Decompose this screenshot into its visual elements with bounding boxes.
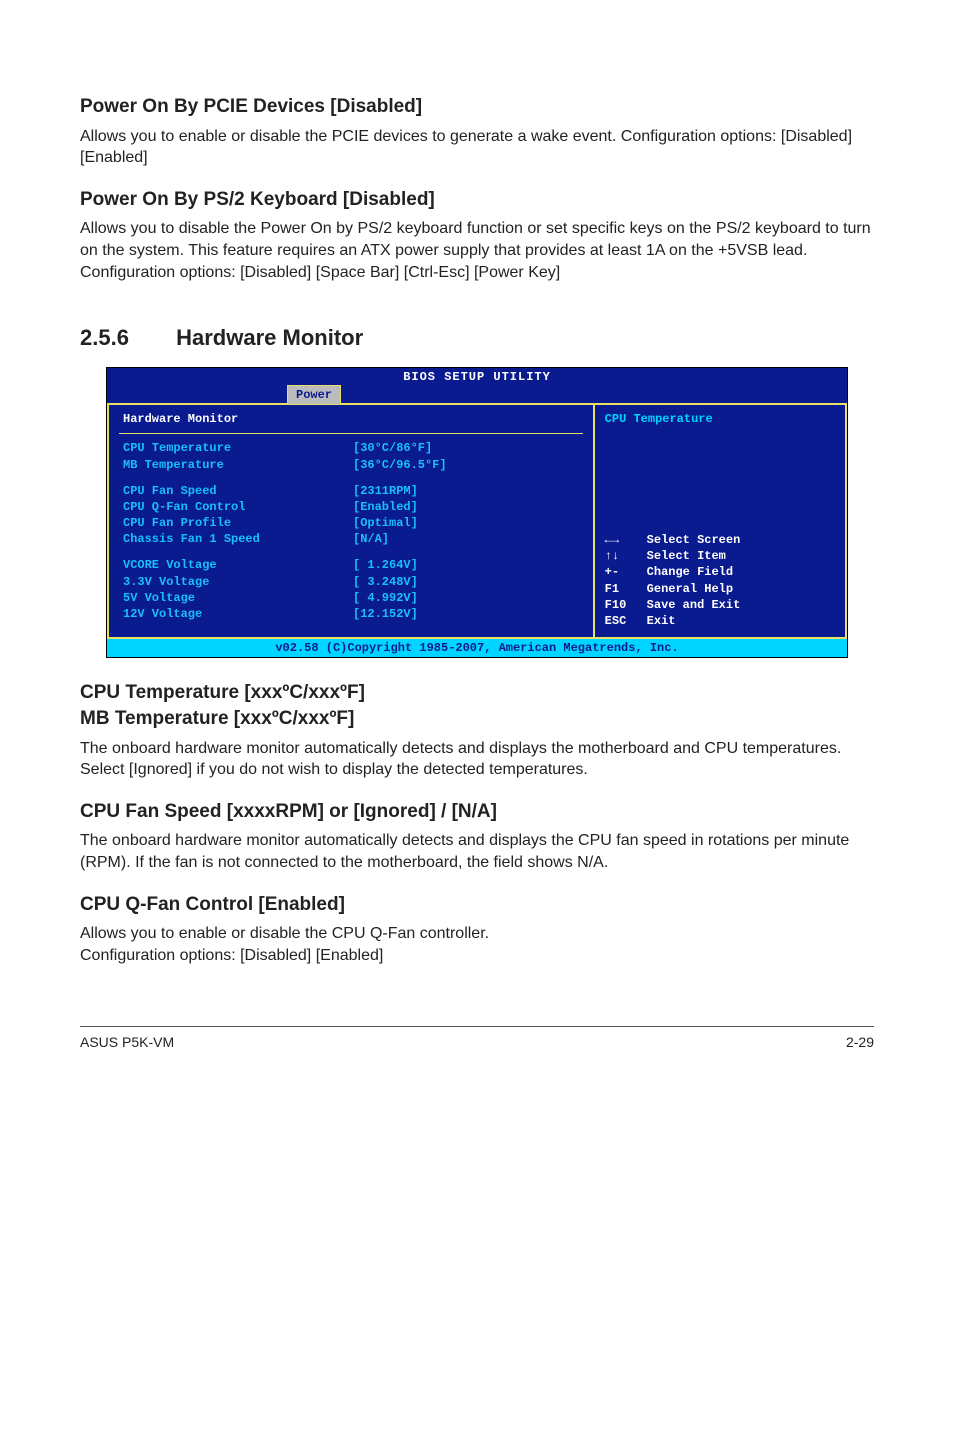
bios-row-value: [2311RPM] bbox=[353, 483, 418, 499]
bios-row[interactable]: 12V Voltage[12.152V] bbox=[109, 606, 593, 622]
bios-left-header: Hardware Monitor bbox=[109, 409, 593, 431]
bios-row-value: [12.152V] bbox=[353, 606, 418, 622]
heading-ps2: Power On By PS/2 Keyboard [Disabled] bbox=[80, 187, 874, 213]
text-ps2: Allows you to disable the Power On by PS… bbox=[80, 218, 874, 283]
bios-row[interactable]: VCORE Voltage[ 1.264V] bbox=[109, 557, 593, 573]
bios-row-label: 5V Voltage bbox=[123, 590, 353, 606]
bios-nav-desc: Exit bbox=[647, 613, 676, 629]
bios-row-value: [N/A] bbox=[353, 531, 389, 547]
text-fan: The onboard hardware monitor automatical… bbox=[80, 830, 874, 873]
bios-row-value: [Optimal] bbox=[353, 515, 418, 531]
bios-row-label: VCORE Voltage bbox=[123, 557, 353, 573]
bios-row-value: [36°C/96.5°F] bbox=[353, 457, 447, 473]
bios-help-text: CPU Temperature bbox=[605, 411, 835, 427]
bios-row-label: 12V Voltage bbox=[123, 606, 353, 622]
bios-nav-desc: Change Field bbox=[647, 564, 733, 580]
bios-tab-power[interactable]: Power bbox=[287, 385, 341, 405]
bios-nav-desc: Select Item bbox=[647, 548, 726, 564]
bios-row-label: CPU Fan Speed bbox=[123, 483, 353, 499]
bios-nav-row: F10Save and Exit bbox=[605, 597, 741, 613]
bios-nav-row: ↑↓Select Item bbox=[605, 548, 741, 564]
bios-row[interactable]: 5V Voltage[ 4.992V] bbox=[109, 590, 593, 606]
bios-nav-key: F10 bbox=[605, 597, 647, 613]
bios-row-label: CPU Temperature bbox=[123, 440, 353, 456]
text-temp: The onboard hardware monitor automatical… bbox=[80, 738, 874, 781]
bios-nav-key: ←→ bbox=[605, 532, 647, 548]
bios-row-value: [ 1.264V] bbox=[353, 557, 418, 573]
bios-nav-key: +- bbox=[605, 564, 647, 580]
bios-nav-desc: Select Screen bbox=[647, 532, 741, 548]
heading-qfan: CPU Q-Fan Control [Enabled] bbox=[80, 892, 874, 918]
bios-row[interactable]: CPU Q-Fan Control[Enabled] bbox=[109, 499, 593, 515]
bios-row-value: [30°C/86°F] bbox=[353, 440, 432, 456]
bios-nav-key: ESC bbox=[605, 613, 647, 629]
main-heading: 2.5.6 Hardware Monitor bbox=[80, 323, 874, 353]
bios-row[interactable]: Chassis Fan 1 Speed[N/A] bbox=[109, 531, 593, 547]
bios-frame: BIOS SETUP UTILITY Power Hardware Monito… bbox=[106, 367, 848, 658]
bios-nav-row: F1General Help bbox=[605, 581, 741, 597]
bios-row-label: Chassis Fan 1 Speed bbox=[123, 531, 353, 547]
bios-right-pane: CPU Temperature ←→Select Screen↑↓Select … bbox=[595, 405, 847, 639]
main-heading-num: 2.5.6 bbox=[80, 323, 170, 353]
footer-left: ASUS P5K-VM bbox=[80, 1033, 174, 1052]
bios-row-label: MB Temperature bbox=[123, 457, 353, 473]
text-qfan: Allows you to enable or disable the CPU … bbox=[80, 923, 874, 966]
bios-row-value: [Enabled] bbox=[353, 499, 418, 515]
bios-row[interactable]: CPU Fan Profile[Optimal] bbox=[109, 515, 593, 531]
text-pcie: Allows you to enable or disable the PCIE… bbox=[80, 126, 874, 169]
bios-row-value: [ 4.992V] bbox=[353, 590, 418, 606]
heading-fan: CPU Fan Speed [xxxxRPM] or [Ignored] / [… bbox=[80, 799, 874, 825]
bios-nav-row: ←→Select Screen bbox=[605, 532, 741, 548]
bios-row-label: CPU Fan Profile bbox=[123, 515, 353, 531]
bios-nav-key: ↑↓ bbox=[605, 548, 647, 564]
bios-nav-key: F1 bbox=[605, 581, 647, 597]
bios-row[interactable]: 3.3V Voltage[ 3.248V] bbox=[109, 574, 593, 590]
bios-row-label: 3.3V Voltage bbox=[123, 574, 353, 590]
heading-pcie: Power On By PCIE Devices [Disabled] bbox=[80, 94, 874, 120]
bios-nav-desc: Save and Exit bbox=[647, 597, 741, 613]
bios-nav-desc: General Help bbox=[647, 581, 733, 597]
heading-mb-temp: MB Temperature [xxxºC/xxxºF] bbox=[80, 706, 874, 732]
heading-cpu-temp: CPU Temperature [xxxºC/xxxºF] bbox=[80, 680, 874, 706]
page-footer: ASUS P5K-VM 2-29 bbox=[80, 1026, 874, 1052]
bios-row[interactable]: MB Temperature[36°C/96.5°F] bbox=[109, 457, 593, 473]
main-heading-title: Hardware Monitor bbox=[176, 325, 363, 350]
bios-tabrow: Power bbox=[107, 385, 847, 403]
bios-left-pane: Hardware Monitor CPU Temperature[30°C/86… bbox=[107, 405, 595, 639]
bios-footer: v02.58 (C)Copyright 1985-2007, American … bbox=[107, 639, 847, 657]
bios-nav-row: ESCExit bbox=[605, 613, 741, 629]
bios-row-value: [ 3.248V] bbox=[353, 574, 418, 590]
bios-title: BIOS SETUP UTILITY bbox=[107, 368, 847, 385]
bios-row[interactable]: CPU Temperature[30°C/86°F] bbox=[109, 440, 593, 456]
bios-row-label: CPU Q-Fan Control bbox=[123, 499, 353, 515]
bios-nav-row: +-Change Field bbox=[605, 564, 741, 580]
footer-right: 2-29 bbox=[846, 1033, 874, 1052]
bios-row[interactable]: CPU Fan Speed[2311RPM] bbox=[109, 483, 593, 499]
